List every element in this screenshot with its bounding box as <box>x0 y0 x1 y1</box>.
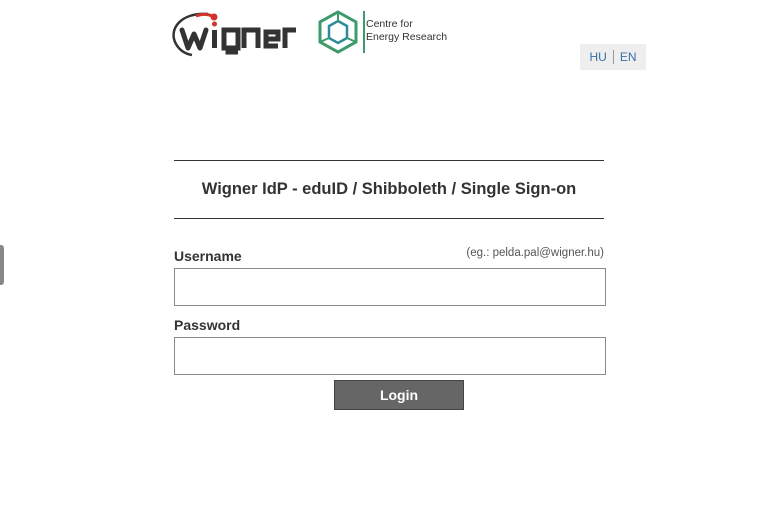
login-button[interactable]: Login <box>334 380 464 410</box>
side-tab-handle[interactable] <box>0 245 4 285</box>
lang-separator <box>612 50 614 64</box>
username-hint: (eg.: pelda.pal@wigner.hu) <box>466 247 604 259</box>
username-label: Username <box>174 248 242 264</box>
cer-logo: Centre for Energy Research <box>316 9 448 55</box>
lang-en-link[interactable]: EN <box>620 50 637 64</box>
cer-logo-divider <box>363 11 365 53</box>
cer-logo-line1: Centre for <box>366 18 413 30</box>
lang-hu-link[interactable]: HU <box>589 50 606 64</box>
password-input[interactable] <box>174 337 606 375</box>
page-title: Wigner IdP - eduID / Shibboleth / Single… <box>201 180 577 198</box>
cer-logo-line2: Energy Research <box>366 31 448 43</box>
username-input[interactable] <box>174 268 606 306</box>
password-label: Password <box>174 317 241 333</box>
wigner-logo <box>168 8 300 58</box>
language-switcher: HU EN <box>580 44 646 70</box>
title-block: Wigner IdP - eduID / Shibboleth / Single… <box>174 160 604 219</box>
cer-hexagon-icon <box>318 10 358 54</box>
